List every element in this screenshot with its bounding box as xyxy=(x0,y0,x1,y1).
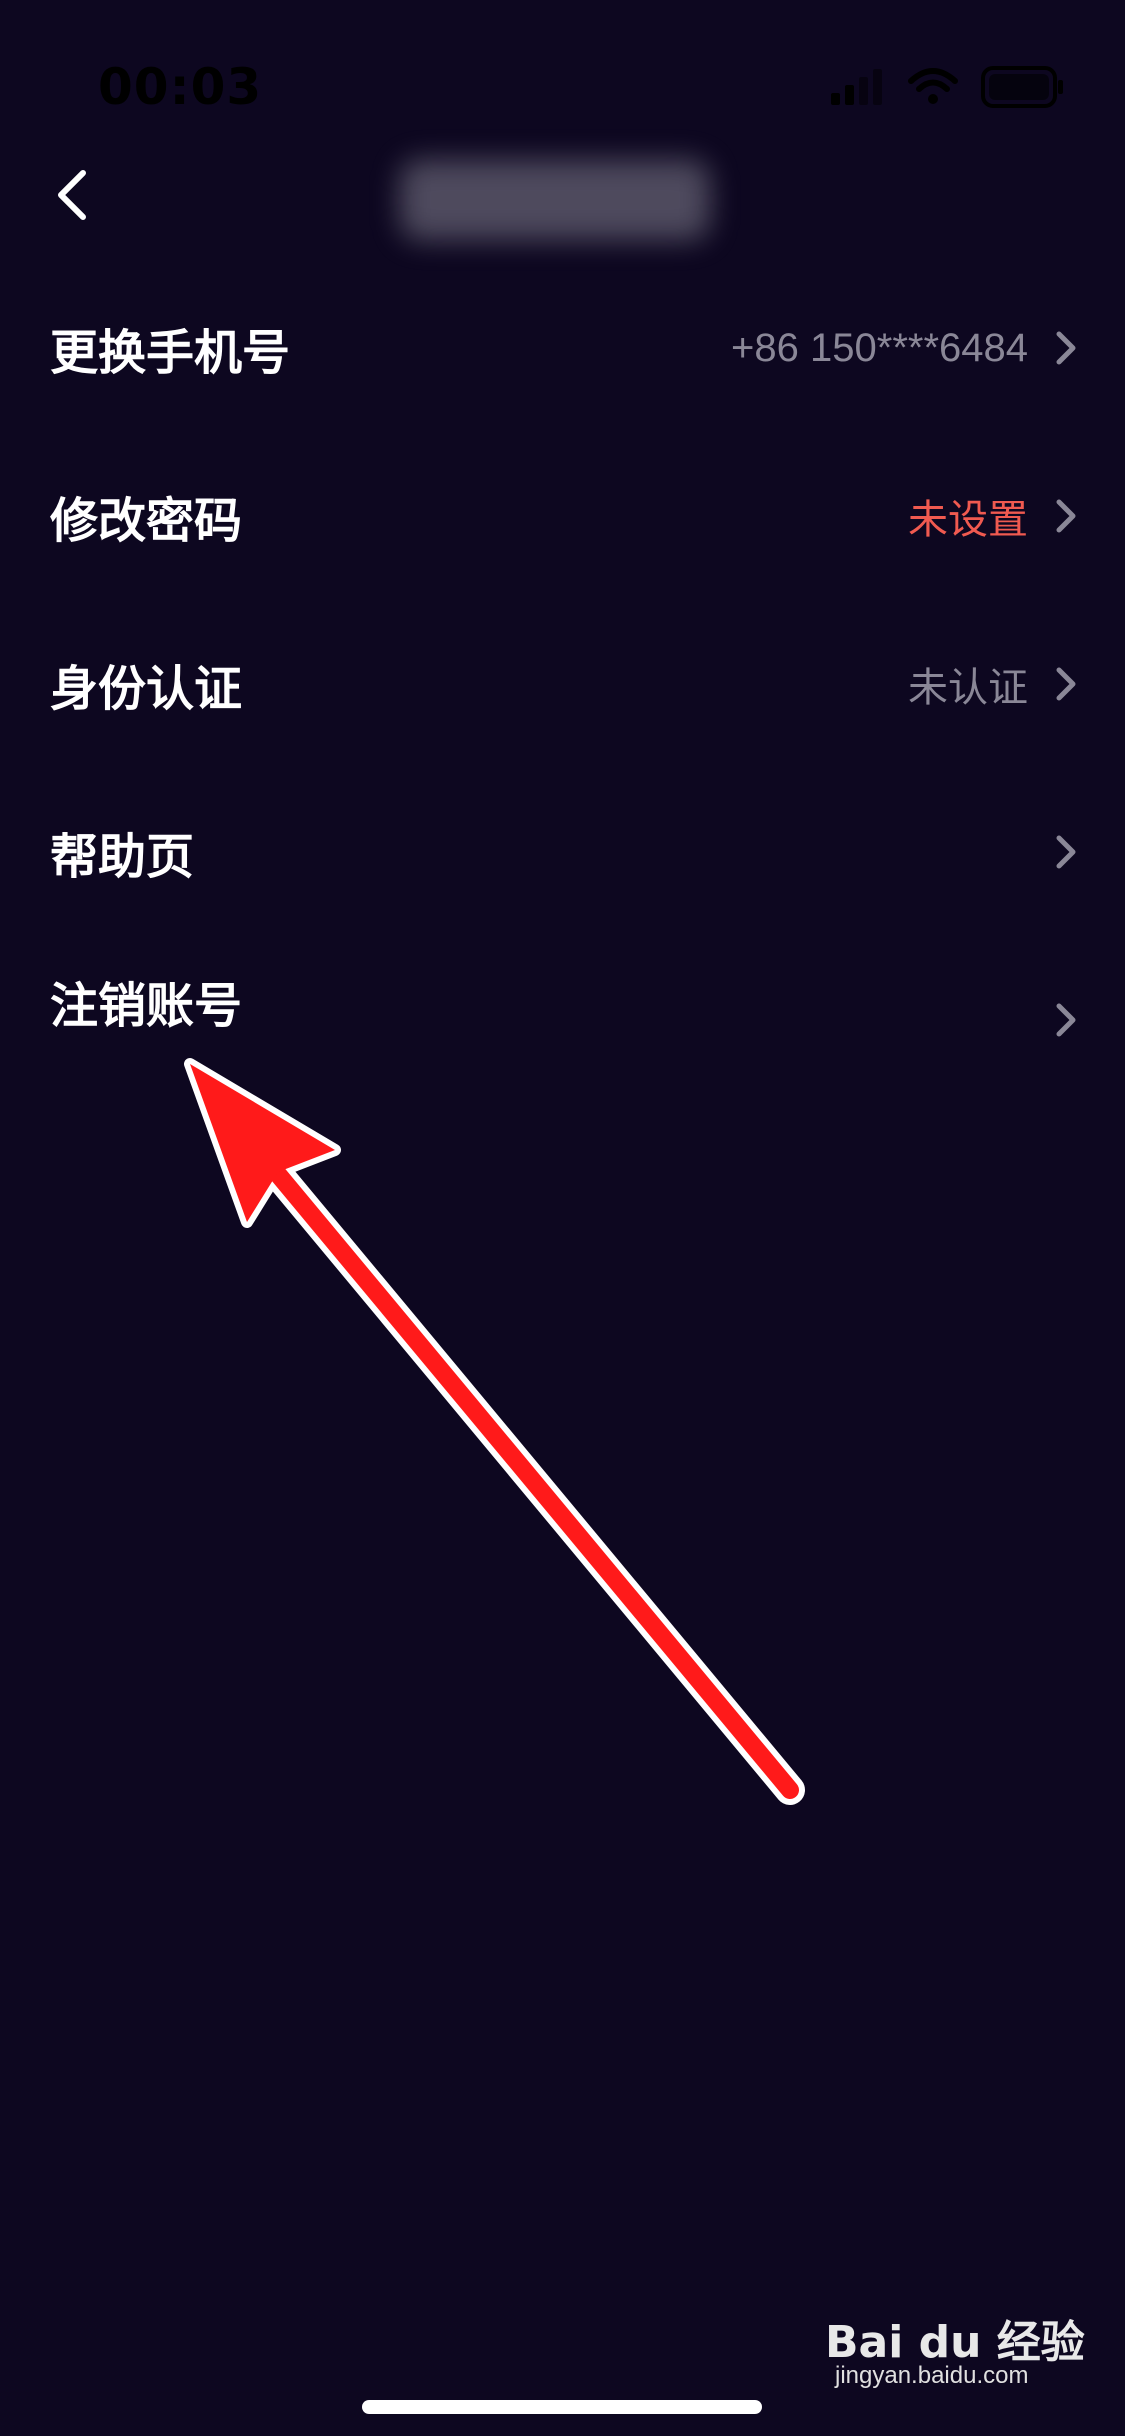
settings-list: 更换手机号 +86 150****6484 修改密码 未设置 身份认证 未认证 … xyxy=(0,264,1125,1096)
baidu-watermark: Bai du 经验 jingyan.baidu.com xyxy=(825,2306,1085,2396)
settings-row-identity-verification[interactable]: 身份认证 未认证 xyxy=(0,600,1125,768)
signal-icon xyxy=(831,69,882,105)
battery-icon xyxy=(981,66,1063,108)
settings-row-delete-account[interactable]: 注销账号 xyxy=(0,936,1125,1096)
chevron-right-icon xyxy=(1051,328,1081,368)
settings-row-label: 注销账号 xyxy=(50,978,243,1034)
back-button[interactable] xyxy=(36,160,106,230)
phone-number-value: +86 150****6484 xyxy=(731,325,1028,370)
settings-row-label: 更换手机号 xyxy=(50,325,291,381)
settings-row-label: 修改密码 xyxy=(50,493,243,549)
chevron-right-icon xyxy=(1051,664,1081,704)
status-bar: 00:03 xyxy=(0,0,1125,130)
chevron-left-icon xyxy=(58,170,86,220)
settings-row-label: 帮助页 xyxy=(50,829,195,885)
status-time: 00:03 xyxy=(98,58,263,116)
baidu-url: jingyan.baidu.com xyxy=(835,2362,1029,2389)
password-status-value: 未设置 xyxy=(908,498,1028,542)
settings-row-label: 身份认证 xyxy=(50,661,243,717)
chevron-right-icon xyxy=(1051,832,1081,872)
home-indicator[interactable] xyxy=(362,2400,762,2414)
status-icons xyxy=(829,62,1065,112)
chevron-right-icon xyxy=(1051,1000,1081,1040)
verification-status-value: 未认证 xyxy=(908,666,1028,710)
wifi-icon xyxy=(908,68,958,104)
page-title-blurred xyxy=(400,160,710,240)
baidu-logo: Bai du 经验 xyxy=(825,2317,1085,2368)
arrow-icon xyxy=(184,1058,805,1805)
settings-row-change-phone[interactable]: 更换手机号 +86 150****6484 xyxy=(0,264,1125,432)
chevron-right-icon xyxy=(1051,496,1081,536)
settings-row-help[interactable]: 帮助页 xyxy=(0,768,1125,936)
nav-bar xyxy=(0,140,1125,250)
settings-row-change-password[interactable]: 修改密码 未设置 xyxy=(0,432,1125,600)
